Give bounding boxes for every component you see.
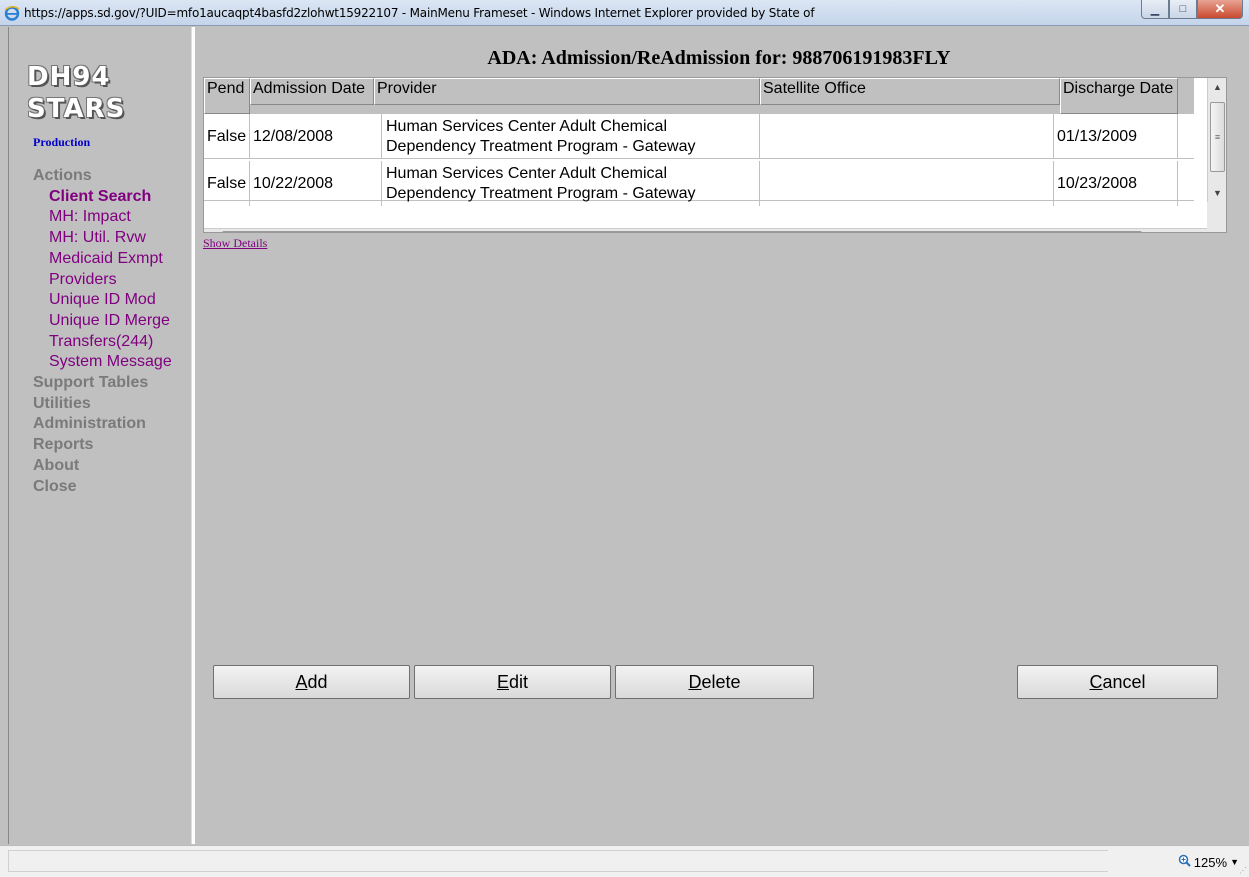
table-row[interactable]: False 10/22/2008 Human Services Center A… bbox=[204, 161, 1194, 206]
sidebar: DH94 STARS Production Actions Client Sear… bbox=[9, 27, 191, 844]
cell-admission-date: 10/22/2008 bbox=[250, 161, 382, 206]
column-header-provider[interactable]: Provider bbox=[374, 78, 760, 105]
page-title: ADA: Admission/ReAdmission for: 98870619… bbox=[487, 47, 951, 69]
sidebar-group-actions[interactable]: Actions bbox=[33, 166, 172, 187]
cell-pend: False bbox=[204, 114, 250, 159]
zoom-level: 125% bbox=[1193, 854, 1227, 870]
cell-discharge-date: 01/13/2009 bbox=[1054, 114, 1178, 159]
sidebar-item-unique-id-mod[interactable]: Unique ID Mod bbox=[33, 290, 172, 311]
cell-satellite-office bbox=[760, 161, 1054, 206]
sidebar-menu: Actions Client Search MH: Impact MH: Util. … bbox=[33, 166, 172, 497]
sidebar-item-system-message[interactable]: System Message bbox=[33, 352, 172, 373]
cell-discharge-date: 10/23/2008 bbox=[1054, 161, 1178, 206]
window-controls: ▁ □ ✕ bbox=[1141, 0, 1243, 19]
add-label: dd bbox=[307, 671, 328, 692]
cancel-button[interactable]: Cancel bbox=[1017, 665, 1218, 699]
scrollbar-corner bbox=[1207, 202, 1226, 232]
table-row[interactable]: False 12/08/2008 Human Services Center A… bbox=[204, 114, 1194, 159]
show-details-link[interactable]: Show Details bbox=[203, 236, 267, 251]
sidebar-item-mh-impact[interactable]: MH: Impact bbox=[33, 207, 172, 228]
cell-satellite-office bbox=[760, 114, 1054, 159]
sidebar-group-about[interactable]: About bbox=[33, 456, 172, 477]
vertical-scroll-thumb[interactable]: ≡ bbox=[1210, 102, 1225, 172]
edit-access-key: E bbox=[496, 671, 509, 692]
chevron-down-icon[interactable]: ▼ bbox=[1230, 857, 1239, 867]
zoom-icon bbox=[1178, 854, 1191, 870]
frameset: DH94 STARS Production Actions Client Sear… bbox=[8, 27, 1241, 844]
sidebar-group-utilities[interactable]: Utilities bbox=[33, 394, 172, 415]
cell-pend: False bbox=[204, 161, 250, 206]
cell-admission-date: 12/08/2008 bbox=[250, 114, 382, 159]
frame-divider[interactable] bbox=[191, 27, 195, 844]
sidebar-group-administration[interactable]: Administration bbox=[33, 414, 172, 435]
sidebar-item-transfers-244[interactable]: Transfers(244) bbox=[33, 332, 172, 353]
horizontal-scroll-thumb[interactable]: III bbox=[222, 231, 1142, 232]
maximize-button[interactable]: □ bbox=[1169, 0, 1197, 19]
sidebar-item-client-search[interactable]: Client Search bbox=[33, 187, 172, 208]
cancel-label: ancel bbox=[1102, 671, 1146, 692]
main-content: ADA: Admission/ReAdmission for: 98870619… bbox=[196, 27, 1242, 844]
minimize-icon: ▁ bbox=[1150, 3, 1160, 16]
sidebar-item-mh-util-rvw[interactable]: MH: Util. Rvw bbox=[33, 228, 172, 249]
column-header-discharge-date[interactable]: Discharge Date bbox=[1060, 78, 1178, 114]
grid-vertical-scrollbar[interactable]: ▲ ≡ ▼ bbox=[1207, 78, 1226, 202]
close-icon: ✕ bbox=[1214, 1, 1226, 16]
edit-label: dit bbox=[509, 671, 529, 692]
sidebar-group-reports[interactable]: Reports bbox=[33, 435, 172, 456]
close-button[interactable]: ✕ bbox=[1197, 0, 1243, 19]
status-bar: 125% ▼ ⋰ bbox=[0, 845, 1249, 877]
sidebar-group-support-tables[interactable]: Support Tables bbox=[33, 373, 172, 394]
column-header-satellite-office[interactable]: Satellite Office bbox=[760, 78, 1060, 105]
delete-button[interactable]: Delete bbox=[615, 665, 814, 699]
sidebar-item-providers[interactable]: Providers bbox=[33, 270, 172, 291]
scroll-up-icon[interactable]: ▲ bbox=[1208, 78, 1226, 96]
minimize-button[interactable]: ▁ bbox=[1141, 0, 1169, 19]
cell-provider: Human Services Center Adult Chemical Dep… bbox=[382, 161, 760, 206]
maximize-icon: □ bbox=[1179, 3, 1187, 15]
sidebar-group-close[interactable]: Close bbox=[33, 477, 172, 498]
column-header-pend[interactable]: Pend bbox=[204, 78, 250, 114]
scroll-down-icon[interactable]: ▼ bbox=[1208, 184, 1226, 202]
resize-grip-icon[interactable]: ⋰ bbox=[1239, 866, 1247, 875]
sidebar-item-medicaid-exmpt[interactable]: Medicaid Exmpt bbox=[33, 249, 172, 270]
window-title-bar: https://apps.sd.gov/?UID=mfo1aucaqpt4bas… bbox=[0, 0, 1249, 26]
scroll-right-icon[interactable]: ▶ bbox=[1192, 229, 1208, 232]
edit-button[interactable]: Edit bbox=[414, 665, 611, 699]
logo-line-1: DH94 bbox=[27, 62, 111, 92]
scroll-left-icon[interactable]: ◀ bbox=[204, 229, 220, 232]
cancel-access-key: C bbox=[1089, 671, 1103, 692]
add-button[interactable]: Add bbox=[213, 665, 410, 699]
environment-label: Production bbox=[33, 135, 91, 149]
delete-label: elete bbox=[701, 671, 741, 692]
grid-horizontal-scrollbar[interactable]: ◀ III ▶ bbox=[204, 228, 1208, 232]
cell-provider: Human Services Center Adult Chemical Dep… bbox=[382, 114, 760, 159]
status-text-panel bbox=[8, 850, 1108, 872]
sidebar-item-unique-id-merge[interactable]: Unique ID Merge bbox=[33, 311, 172, 332]
delete-access-key: D bbox=[688, 671, 702, 692]
zoom-control[interactable]: 125% bbox=[1178, 854, 1227, 870]
internet-explorer-icon bbox=[4, 5, 20, 21]
column-header-admission-date[interactable]: Admission Date bbox=[250, 78, 374, 105]
window-title: https://apps.sd.gov/?UID=mfo1aucaqpt4bas… bbox=[24, 5, 815, 20]
app-logo: DH94 STARS bbox=[27, 61, 125, 125]
add-access-key: A bbox=[295, 671, 308, 692]
admissions-grid: Pend Admission Date Provider Satellite O… bbox=[203, 77, 1227, 233]
grid-header: Pend Admission Date Provider Satellite O… bbox=[204, 78, 1194, 114]
logo-line-2: STARS bbox=[27, 94, 126, 124]
